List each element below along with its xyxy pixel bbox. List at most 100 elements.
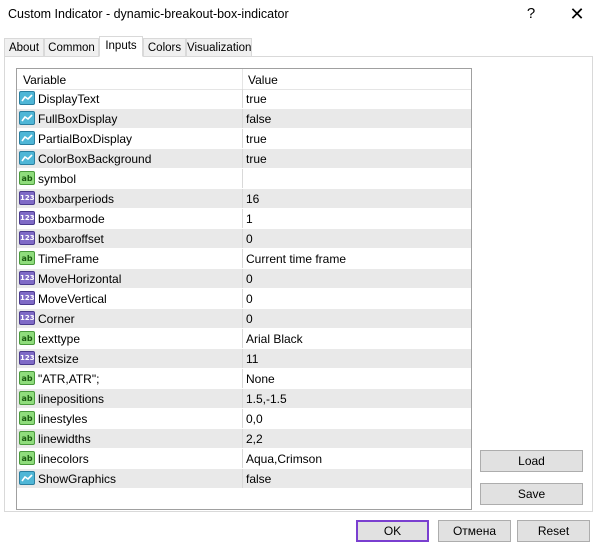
- table-row[interactable]: DisplayText true: [17, 89, 471, 109]
- variable-cell[interactable]: PartialBoxDisplay: [17, 129, 242, 148]
- value-text: 1.5,-1.5: [246, 392, 287, 406]
- value-cell[interactable]: 0: [242, 309, 471, 328]
- column-divider[interactable]: [242, 69, 243, 89]
- table-row[interactable]: ab linepositions 1.5,-1.5: [17, 389, 471, 409]
- table-row[interactable]: PartialBoxDisplay true: [17, 129, 471, 149]
- variable-name: MoveVertical: [38, 292, 107, 306]
- table-row[interactable]: FullBoxDisplay false: [17, 109, 471, 129]
- variable-cell[interactable]: 123 MoveVertical: [17, 289, 242, 308]
- table-row[interactable]: 123 boxbaroffset 0: [17, 229, 471, 249]
- variable-cell[interactable]: ab symbol: [17, 169, 242, 188]
- value-cell[interactable]: Arial Black: [242, 329, 471, 348]
- value-text: 16: [246, 192, 260, 206]
- table-row[interactable]: ab symbol: [17, 169, 471, 189]
- variable-cell[interactable]: ab linecolors: [17, 449, 242, 468]
- string-icon: ab: [19, 331, 35, 345]
- table-row[interactable]: 123 textsize 11: [17, 349, 471, 369]
- variable-cell[interactable]: ab linewidths: [17, 429, 242, 448]
- window-title: Custom Indicator - dynamic-breakout-box-…: [8, 7, 289, 21]
- value-cell[interactable]: 16: [242, 189, 471, 208]
- variable-cell[interactable]: DisplayText: [17, 89, 242, 108]
- value-cell[interactable]: 0,0: [242, 409, 471, 428]
- variable-cell[interactable]: 123 boxbarmode: [17, 209, 242, 228]
- variable-cell[interactable]: ab linepositions: [17, 389, 242, 408]
- value-cell[interactable]: [242, 169, 471, 188]
- variable-cell[interactable]: ShowGraphics: [17, 469, 242, 488]
- table-row[interactable]: ShowGraphics false: [17, 469, 471, 489]
- variable-cell[interactable]: 123 boxbarperiods: [17, 189, 242, 208]
- variable-cell[interactable]: ColorBoxBackground: [17, 149, 242, 168]
- variable-name: ColorBoxBackground: [38, 152, 152, 166]
- variable-cell[interactable]: 123 MoveHorizontal: [17, 269, 242, 288]
- value-text: 0: [246, 312, 253, 326]
- boolean-icon: [19, 471, 35, 485]
- variable-cell[interactable]: 123 textsize: [17, 349, 242, 368]
- table-row[interactable]: 123 MoveHorizontal 0: [17, 269, 471, 289]
- close-button[interactable]: ✕: [565, 3, 589, 25]
- variable-name: boxbarmode: [38, 212, 105, 226]
- value-cell[interactable]: 0: [242, 269, 471, 288]
- table-row[interactable]: 123 Corner 0: [17, 309, 471, 329]
- cancel-button[interactable]: Отмена: [438, 520, 511, 542]
- table-row[interactable]: 123 MoveVertical 0: [17, 289, 471, 309]
- variable-name: PartialBoxDisplay: [38, 132, 133, 146]
- tab-common[interactable]: Common: [44, 38, 99, 56]
- value-cell[interactable]: 0: [242, 229, 471, 248]
- table-row[interactable]: ab texttype Arial Black: [17, 329, 471, 349]
- string-icon: ab: [19, 251, 35, 265]
- variable-cell[interactable]: ab TimeFrame: [17, 249, 242, 268]
- ok-button[interactable]: OK: [356, 520, 429, 542]
- value-cell[interactable]: false: [242, 109, 471, 128]
- string-icon: ab: [19, 371, 35, 385]
- save-button[interactable]: Save: [480, 483, 583, 505]
- variable-cell[interactable]: ab texttype: [17, 329, 242, 348]
- value-text: false: [246, 112, 272, 126]
- value-cell[interactable]: 1: [242, 209, 471, 228]
- inputs-grid: Variable Value DisplayText true FullBoxDis…: [16, 68, 472, 510]
- integer-icon: 123: [19, 231, 35, 245]
- variable-name: symbol: [38, 172, 77, 186]
- integer-icon: 123: [19, 311, 35, 325]
- variable-cell[interactable]: ab "ATR,ATR";: [17, 369, 242, 388]
- table-row[interactable]: ab linewidths 2,2: [17, 429, 471, 449]
- table-row[interactable]: ab "ATR,ATR"; None: [17, 369, 471, 389]
- variable-name: linepositions: [38, 392, 105, 406]
- value-cell[interactable]: Current time frame: [242, 249, 471, 268]
- tab-colors[interactable]: Colors: [143, 38, 186, 56]
- variable-cell[interactable]: FullBoxDisplay: [17, 109, 242, 128]
- table-row[interactable]: ab TimeFrame Current time frame: [17, 249, 471, 269]
- value-cell[interactable]: true: [242, 149, 471, 168]
- value-cell[interactable]: 1.5,-1.5: [242, 389, 471, 408]
- tab-about[interactable]: About: [4, 38, 44, 56]
- value-cell[interactable]: None: [242, 369, 471, 388]
- string-icon: ab: [19, 411, 35, 425]
- table-row[interactable]: 123 boxbarmode 1: [17, 209, 471, 229]
- variable-cell[interactable]: 123 Corner: [17, 309, 242, 328]
- tab-visualization[interactable]: Visualization: [186, 38, 252, 56]
- variable-name: TimeFrame: [38, 252, 99, 266]
- value-cell[interactable]: true: [242, 129, 471, 148]
- value-cell[interactable]: false: [242, 469, 471, 488]
- table-row[interactable]: 123 boxbarperiods 16: [17, 189, 471, 209]
- value-cell[interactable]: 2,2: [242, 429, 471, 448]
- value-cell[interactable]: Aqua,Crimson: [242, 449, 471, 468]
- value-text: 11: [246, 352, 259, 366]
- load-button[interactable]: Load: [480, 450, 583, 472]
- boolean-icon: [19, 91, 35, 105]
- variable-cell[interactable]: 123 boxbaroffset: [17, 229, 242, 248]
- value-cell[interactable]: 0: [242, 289, 471, 308]
- value-cell[interactable]: true: [242, 89, 471, 108]
- variable-cell[interactable]: ab linestyles: [17, 409, 242, 428]
- column-header-variable[interactable]: Variable: [23, 73, 66, 87]
- table-row[interactable]: ab linestyles 0,0: [17, 409, 471, 429]
- tab-inputs[interactable]: Inputs: [99, 36, 143, 57]
- value-cell[interactable]: 11: [242, 349, 471, 368]
- integer-icon: 123: [19, 351, 35, 365]
- help-button[interactable]: ?: [520, 3, 542, 25]
- reset-button[interactable]: Reset: [517, 520, 590, 542]
- variable-name: linewidths: [38, 432, 91, 446]
- value-text: 0: [246, 272, 253, 286]
- table-row[interactable]: ab linecolors Aqua,Crimson: [17, 449, 471, 469]
- table-row[interactable]: ColorBoxBackground true: [17, 149, 471, 169]
- column-header-value[interactable]: Value: [248, 73, 278, 87]
